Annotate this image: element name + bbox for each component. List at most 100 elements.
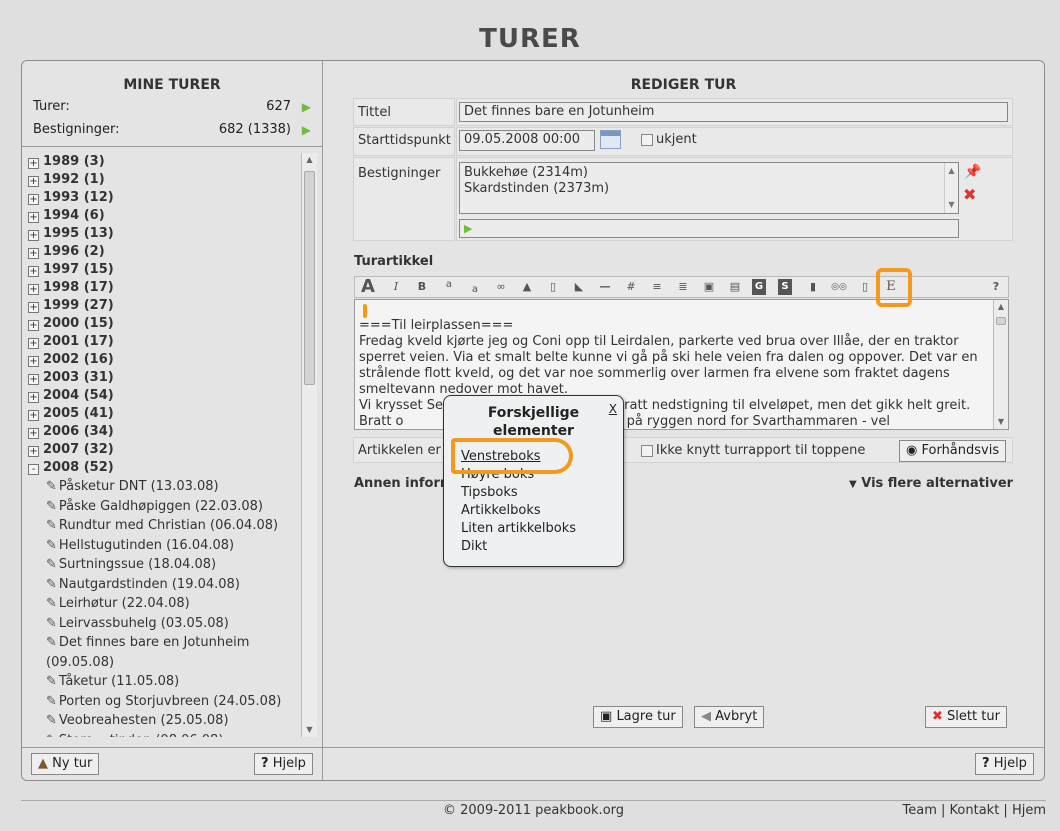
scroll-up-icon[interactable]: ▲ [945,163,958,179]
expand-icon[interactable]: + [28,194,39,205]
image-link-icon[interactable]: ▯ [544,279,562,295]
tree-year-item[interactable]: +1994 (6) [28,207,300,225]
tree-year-item[interactable]: +1989 (3) [28,153,300,171]
ascents-list[interactable]: Bukkehøe (2314m) Skardstinden (2373m) ▲ … [459,162,959,214]
tree-year-item[interactable]: +2000 (15) [28,315,300,333]
footer-links[interactable]: Team | Kontakt | Hjem [903,803,1046,818]
popup-close-button[interactable]: X [609,402,617,416]
trip-list-item[interactable]: ✎ Det finnes bare en Jotunheim (09.05.08) [28,633,300,672]
film-icon[interactable]: ▮ [804,279,822,295]
tree-year-item[interactable]: +1995 (13) [28,225,300,243]
left-help-button[interactable]: ? Hjelp [254,753,313,775]
bold-icon[interactable]: B [413,279,431,295]
tree-year-item[interactable]: +1999 (27) [28,297,300,315]
slideshow-icon[interactable]: S [778,279,792,295]
expand-icon[interactable]: + [28,320,39,331]
scroll-thumb[interactable] [304,171,315,385]
trip-list-item[interactable]: ✎ Tåketur (11.05.08) [28,672,300,692]
tree-year-item[interactable]: +1997 (15) [28,261,300,279]
popup-item-small-article-box[interactable]: Liten artikkelboks [461,520,576,538]
ascents-scrollbar[interactable]: ▲ ▼ [944,163,958,213]
bullet-list-icon[interactable]: ≡ [648,279,666,295]
trip-list-item[interactable]: ✎ Nautgardstinden (19.04.08) [28,575,300,595]
play-icon[interactable]: ▶ [302,100,311,114]
trip-list-item[interactable]: ✎Store ...tinden (08.06.08) [28,731,300,738]
expand-icon[interactable]: + [28,266,39,277]
tree-year-item[interactable]: +2001 (17) [28,333,300,351]
expand-icon[interactable]: + [28,374,39,385]
scroll-down-icon[interactable]: ▼ [302,723,317,737]
trip-list-item[interactable]: ✎ Påsketur DNT (13.03.08) [28,477,300,497]
trip-list-item[interactable]: ✎ Porten og Storjuvbreen (24.05.08) [28,692,300,712]
delete-ascent-icon[interactable]: ✖ [963,185,976,204]
expand-icon[interactable]: + [28,302,39,313]
trip-list-item[interactable]: ✎ Påske Galdhøpiggen (22.03.08) [28,497,300,517]
delete-trip-button[interactable]: ✖ Slett tur [925,706,1007,728]
scroll-thumb[interactable] [996,317,1006,325]
image-upload-icon[interactable]: ▤ [726,279,744,295]
tree-year-item[interactable]: +1993 (12) [28,189,300,207]
tree-year-item[interactable]: +2006 (34) [28,423,300,441]
right-help-button[interactable]: ? Hjelp [975,753,1034,775]
scroll-down-icon[interactable]: ▼ [945,197,958,213]
expand-icon[interactable]: + [28,284,39,295]
expand-icon[interactable]: + [28,248,39,259]
cancel-button[interactable]: ◀ Avbryt [694,706,765,728]
boot-icon[interactable]: ◣ [570,279,588,295]
editor-scrollbar[interactable]: ▲ ▼ [993,300,1008,429]
tree-year-item[interactable]: +1992 (1) [28,171,300,189]
trip-list-item[interactable]: ✎ Rundtur med Christian (06.04.08) [28,516,300,536]
tree-year-item[interactable]: +2002 (16) [28,351,300,369]
peak-link-icon[interactable]: ▲ [518,279,536,295]
pin-icon[interactable]: 📌 [964,164,981,180]
italic-icon[interactable]: I [387,279,405,295]
tree-year-item[interactable]: +2004 (54) [28,387,300,405]
calendar-icon[interactable] [600,130,621,149]
page-icon[interactable]: ▯ [856,279,874,295]
embed-icon[interactable]: ◎◎ [830,279,848,295]
horizontal-rule-icon[interactable]: — [596,279,614,295]
title-input[interactable]: Det finnes bare en Jotunheim [459,102,1008,122]
expand-icon[interactable]: + [28,410,39,421]
tree-year-item[interactable]: +1998 (17) [28,279,300,297]
tree-year-item[interactable]: +2005 (41) [28,405,300,423]
collapse-icon[interactable]: - [28,464,39,475]
more-options-link[interactable]: ▼ Vis flere alternativer [849,476,1013,491]
expand-icon[interactable]: + [28,212,39,223]
scroll-down-icon[interactable]: ▼ [994,415,1008,429]
ascent-item[interactable]: Skardstinden (2373m) [464,181,954,197]
start-date-input[interactable]: 09.05.2008 00:00 [459,130,595,151]
ascent-item[interactable]: Bukkehøe (2314m) [464,165,954,181]
expand-icon[interactable]: + [28,428,39,439]
expand-icon[interactable]: + [28,356,39,367]
play-icon[interactable]: ▶ [302,123,311,137]
link-icon[interactable]: ∞ [492,279,510,295]
table-icon[interactable]: # [622,279,640,295]
expand-icon[interactable]: + [28,446,39,457]
expand-icon[interactable]: + [28,230,39,241]
superscript-icon[interactable]: a [440,277,458,293]
unknown-checkbox[interactable] [641,134,653,146]
save-trip-button[interactable]: ▣ Lagre tur [593,706,683,728]
trip-list-item[interactable]: ✎ Hellstugutinden (16.04.08) [28,536,300,556]
gallery-icon[interactable]: G [752,279,766,295]
play-icon[interactable]: ▶ [464,222,472,235]
tree-scrollbar[interactable]: ▲ ▼ [301,153,317,737]
popup-item-poem[interactable]: Dikt [461,538,487,556]
no-link-checkbox[interactable] [641,445,653,457]
trip-list-item[interactable]: ✎ Leirvassbuhelg (03.05.08) [28,614,300,634]
popup-item-tips-box[interactable]: Tipsboks [461,484,518,502]
expand-icon[interactable]: + [28,392,39,403]
image-icon[interactable]: ▣ [700,279,718,295]
toolbar-help-icon[interactable]: ? [987,279,1005,295]
expand-icon[interactable]: + [28,158,39,169]
popup-item-article-box[interactable]: Artikkelboks [461,502,541,520]
tree-year-item[interactable]: +2003 (31) [28,369,300,387]
tree-year-item[interactable]: +2007 (32) [28,441,300,459]
subscript-icon[interactable]: a [466,282,484,298]
numbered-list-icon[interactable]: ≣ [674,279,692,295]
add-ascent-input[interactable]: ▶ [459,219,959,238]
scroll-up-icon[interactable]: ▲ [302,153,317,167]
trip-list-item[interactable]: ✎ Leirhøtur (22.04.08) [28,594,300,614]
scroll-up-icon[interactable]: ▲ [994,300,1008,314]
